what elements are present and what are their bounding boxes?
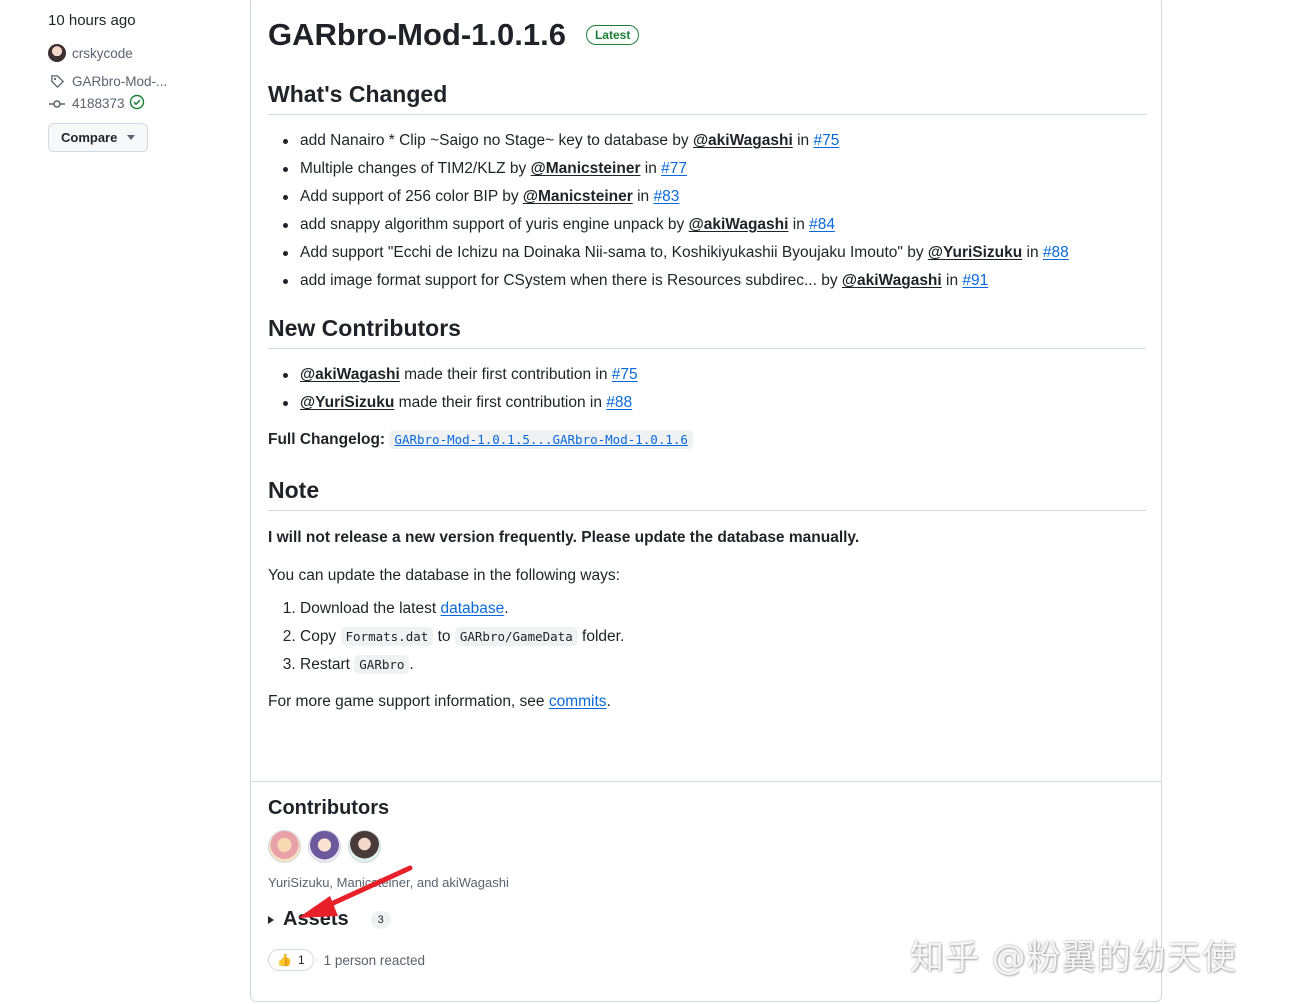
thumbs-up-icon: 👍: [277, 953, 292, 967]
reaction-count: 1: [297, 953, 305, 967]
release-title[interactable]: GARbro-Mod-1.0.1.6: [268, 17, 566, 53]
assets-toggle[interactable]: Assets 3: [268, 908, 1146, 931]
author-avatar: [48, 44, 66, 62]
release-card: GARbro-Mod-1.0.1.6 Latest What's Changed…: [250, 0, 1162, 1002]
user-link[interactable]: @YuriSizuku: [300, 394, 394, 411]
release-body: GARbro-Mod-1.0.1.6 Latest What's Changed…: [268, 0, 1146, 711]
commits-link[interactable]: commits: [549, 693, 607, 710]
change-item: add Nanairo * Clip ~Saigo no Stage~ key …: [268, 127, 1146, 155]
full-changelog: Full Changelog: GARbro-Mod-1.0.1.5...GAR…: [268, 430, 1146, 449]
change-item: add image format support for CSystem whe…: [268, 267, 1146, 295]
chevron-down-icon: [127, 135, 136, 140]
note-intro: You can update the database in the follo…: [268, 567, 620, 584]
pr-link[interactable]: #77: [661, 160, 687, 177]
compare-button[interactable]: Compare: [48, 123, 149, 152]
whats-changed-heading: What's Changed: [268, 81, 1146, 115]
user-link[interactable]: @Manicsteiner: [531, 160, 641, 177]
new-contributors-list: @akiWagashi made their first contributio…: [268, 361, 1146, 417]
user-link[interactable]: @akiWagashi: [693, 132, 793, 149]
avatar[interactable]: [308, 830, 341, 863]
avatar[interactable]: [348, 830, 381, 863]
formats-dat-code: Formats.dat: [340, 627, 434, 646]
pr-link[interactable]: #83: [653, 188, 679, 205]
commit-row[interactable]: 4188373: [48, 94, 228, 113]
changelog-link[interactable]: GARbro-Mod-1.0.1.5...GARbro-Mod-1.0.1.6: [389, 430, 693, 449]
change-item: Add support "Ecchi de Ichizu na Doinaka …: [268, 239, 1146, 267]
more-info: For more game support information, see c…: [268, 693, 611, 710]
author-link[interactable]: crskycode: [72, 46, 133, 61]
new-contributors-heading: New Contributors: [268, 315, 1146, 349]
reaction-summary: 1 person reacted: [323, 952, 425, 968]
database-link[interactable]: database: [440, 600, 504, 617]
compare-label: Compare: [61, 130, 118, 145]
user-link[interactable]: @Manicsteiner: [523, 188, 633, 205]
changes-list: add Nanairo * Clip ~Saigo no Stage~ key …: [268, 127, 1146, 295]
user-link[interactable]: @YuriSizuku: [928, 244, 1022, 261]
user-link[interactable]: @akiWagashi: [300, 366, 400, 383]
note-bold-line: I will not release a new version frequen…: [268, 529, 860, 546]
changelog-label: Full Changelog:: [268, 431, 386, 448]
pr-link[interactable]: #84: [809, 216, 835, 233]
change-item: Add support of 256 color BIP by @Manicst…: [268, 183, 1146, 211]
user-link[interactable]: @akiWagashi: [842, 272, 942, 289]
author-row[interactable]: crskycode: [48, 44, 228, 62]
pr-link[interactable]: #88: [1043, 244, 1069, 261]
contributors-avatars: [268, 830, 1146, 863]
avatar[interactable]: [268, 830, 301, 863]
latest-badge: Latest: [585, 25, 640, 45]
change-item: add snappy algorithm support of yuris en…: [268, 211, 1146, 239]
assets-count-badge: 3: [370, 910, 391, 929]
commit-link[interactable]: 4188373: [72, 96, 125, 111]
release-sidebar: 10 hours ago crskycode GARbro-Mod-... 41…: [48, 12, 228, 152]
release-time: 10 hours ago: [48, 12, 136, 29]
tag-link[interactable]: GARbro-Mod-...: [72, 74, 167, 89]
thumbs-up-reaction-button[interactable]: 👍 1: [268, 949, 314, 971]
watermark-text: 知乎 @粉翼的幼天使: [910, 938, 1237, 978]
step-1: Download the latest database.: [300, 595, 1146, 623]
tag-icon: [48, 72, 66, 90]
step-3: Restart GARbro.: [300, 651, 1146, 679]
pr-link[interactable]: #75: [813, 132, 839, 149]
commit-icon: [48, 95, 66, 113]
assets-label: Assets: [283, 908, 349, 930]
pr-link[interactable]: #88: [606, 394, 632, 411]
verified-check-icon[interactable]: [129, 94, 145, 113]
disclosure-triangle-icon: [268, 915, 274, 924]
new-contributor-item: @YuriSizuku made their first contributio…: [268, 389, 1146, 417]
gamedata-path-code: GARbro/GameData: [454, 627, 578, 646]
garbro-code: GARbro: [354, 655, 410, 674]
note-heading: Note: [268, 477, 1146, 511]
section-divider: [251, 781, 1161, 782]
step-2: Copy Formats.dat to GARbro/GameData fold…: [300, 623, 1146, 651]
user-link[interactable]: @akiWagashi: [689, 216, 789, 233]
pr-link[interactable]: #75: [612, 366, 638, 383]
contributors-heading: Contributors: [268, 797, 390, 819]
change-item: Multiple changes of TIM2/KLZ by @Manicst…: [268, 155, 1146, 183]
update-steps: Download the latest database. Copy Forma…: [268, 595, 1146, 679]
tag-row[interactable]: GARbro-Mod-...: [48, 72, 228, 90]
release-header: GARbro-Mod-1.0.1.6 Latest: [268, 15, 1146, 55]
contributors-names: YuriSizuku, Manicsteiner, and akiWagashi: [268, 875, 509, 890]
new-contributor-item: @akiWagashi made their first contributio…: [268, 361, 1146, 389]
pr-link[interactable]: #91: [962, 272, 988, 289]
